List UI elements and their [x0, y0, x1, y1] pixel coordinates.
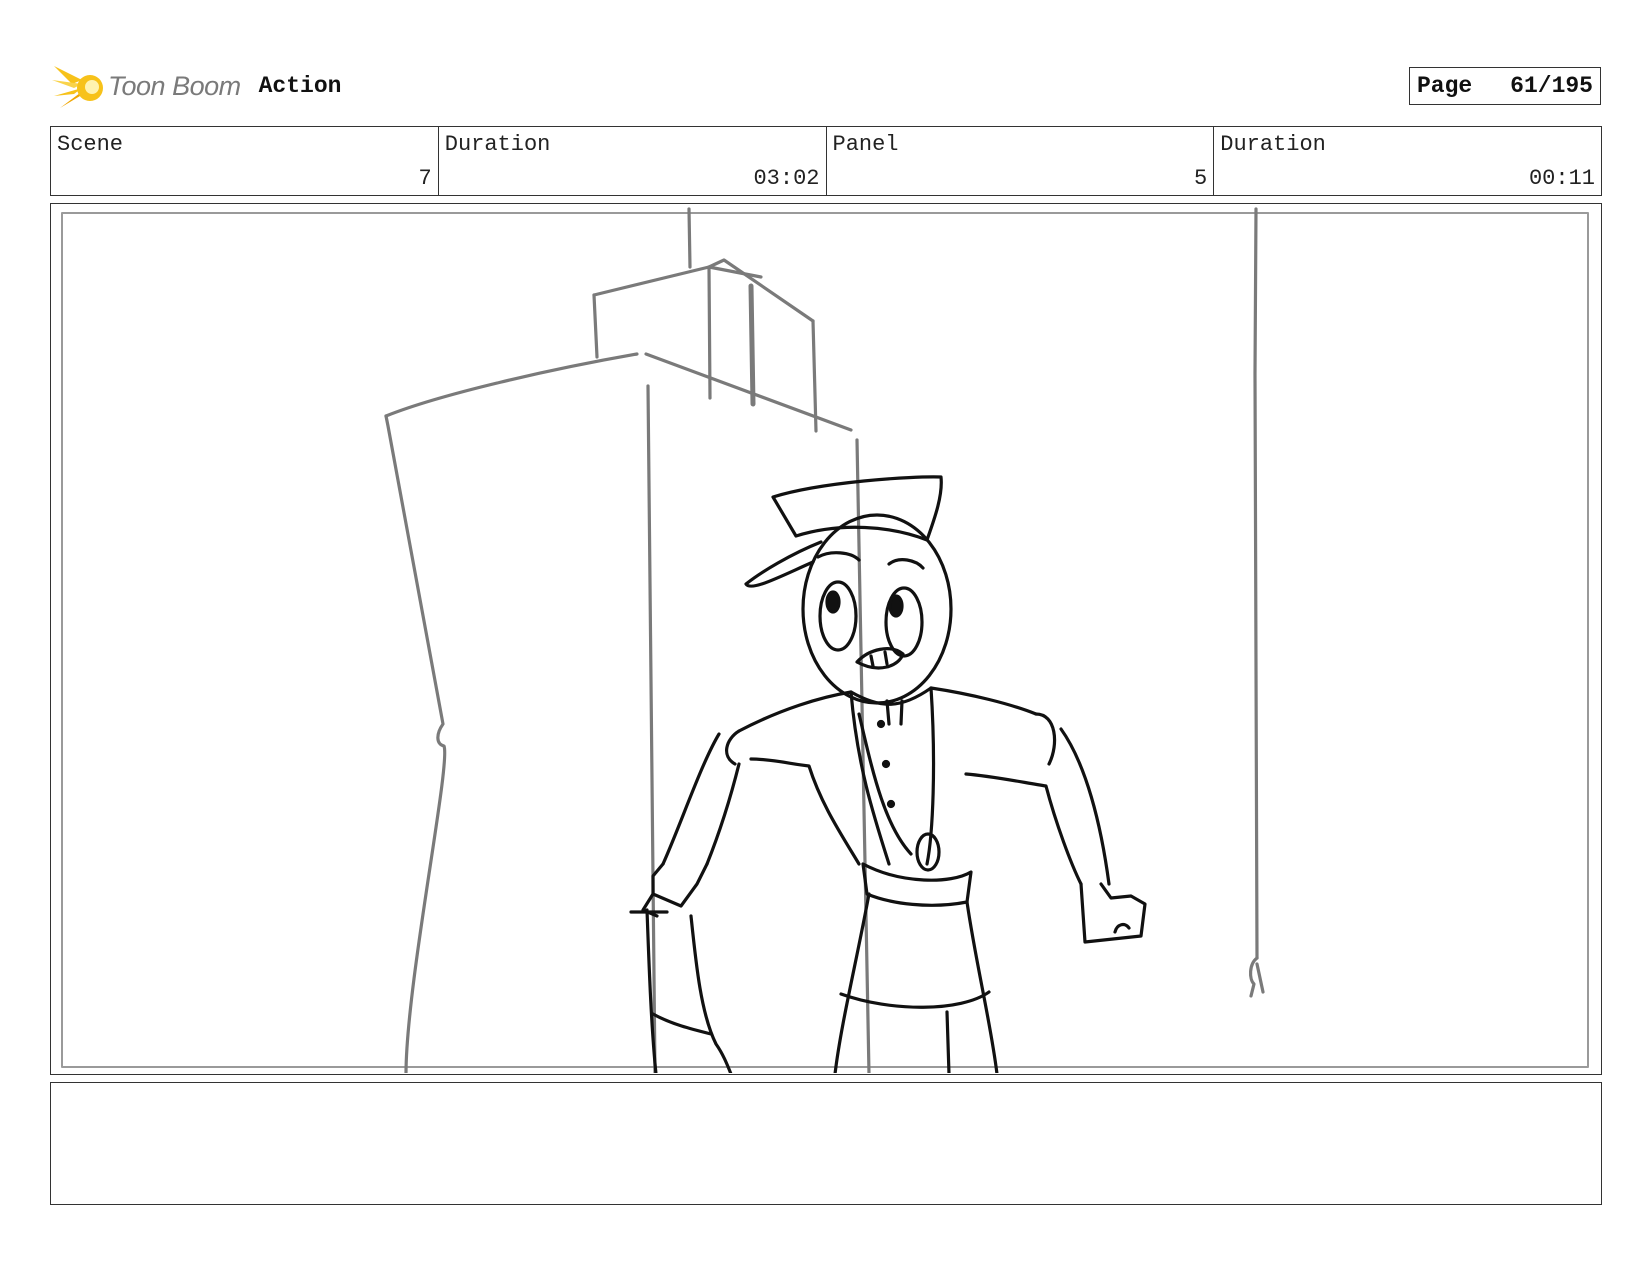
panel-duration-cell: Duration 00:11 — [1214, 127, 1601, 195]
page-indicator: Page 61/195 — [1409, 67, 1601, 105]
scene-cell: Scene 7 — [51, 127, 439, 195]
toon-boom-logo: Toon Boom Action — [52, 60, 341, 112]
panel-value: 5 — [1194, 166, 1208, 191]
page-label: Page — [1417, 73, 1473, 99]
document-title: Action — [258, 73, 342, 99]
brand-name: Toon Boom — [108, 70, 241, 101]
scene-label: Scene — [57, 132, 124, 157]
panel-notes — [50, 1082, 1602, 1205]
page-number: 61/195 — [1510, 73, 1593, 99]
scene-duration-cell: Duration 03:02 — [439, 127, 827, 195]
toon-boom-flame-icon — [52, 66, 103, 108]
panel-duration-value: 00:11 — [1528, 166, 1595, 191]
panel-info-row: Scene 7 Duration 03:02 Panel 5 Duration … — [50, 126, 1602, 196]
scene-duration-label: Duration — [444, 132, 551, 157]
storyboard-panel — [50, 203, 1602, 1075]
scene-value: 7 — [418, 166, 432, 191]
panel-label: Panel — [832, 132, 899, 157]
storyboard-sketch — [61, 207, 1589, 1073]
panel-duration-label: Duration — [1220, 132, 1326, 157]
scene-duration-value: 03:02 — [753, 166, 820, 191]
panel-cell: Panel 5 — [827, 127, 1215, 195]
character — [629, 475, 1147, 1073]
